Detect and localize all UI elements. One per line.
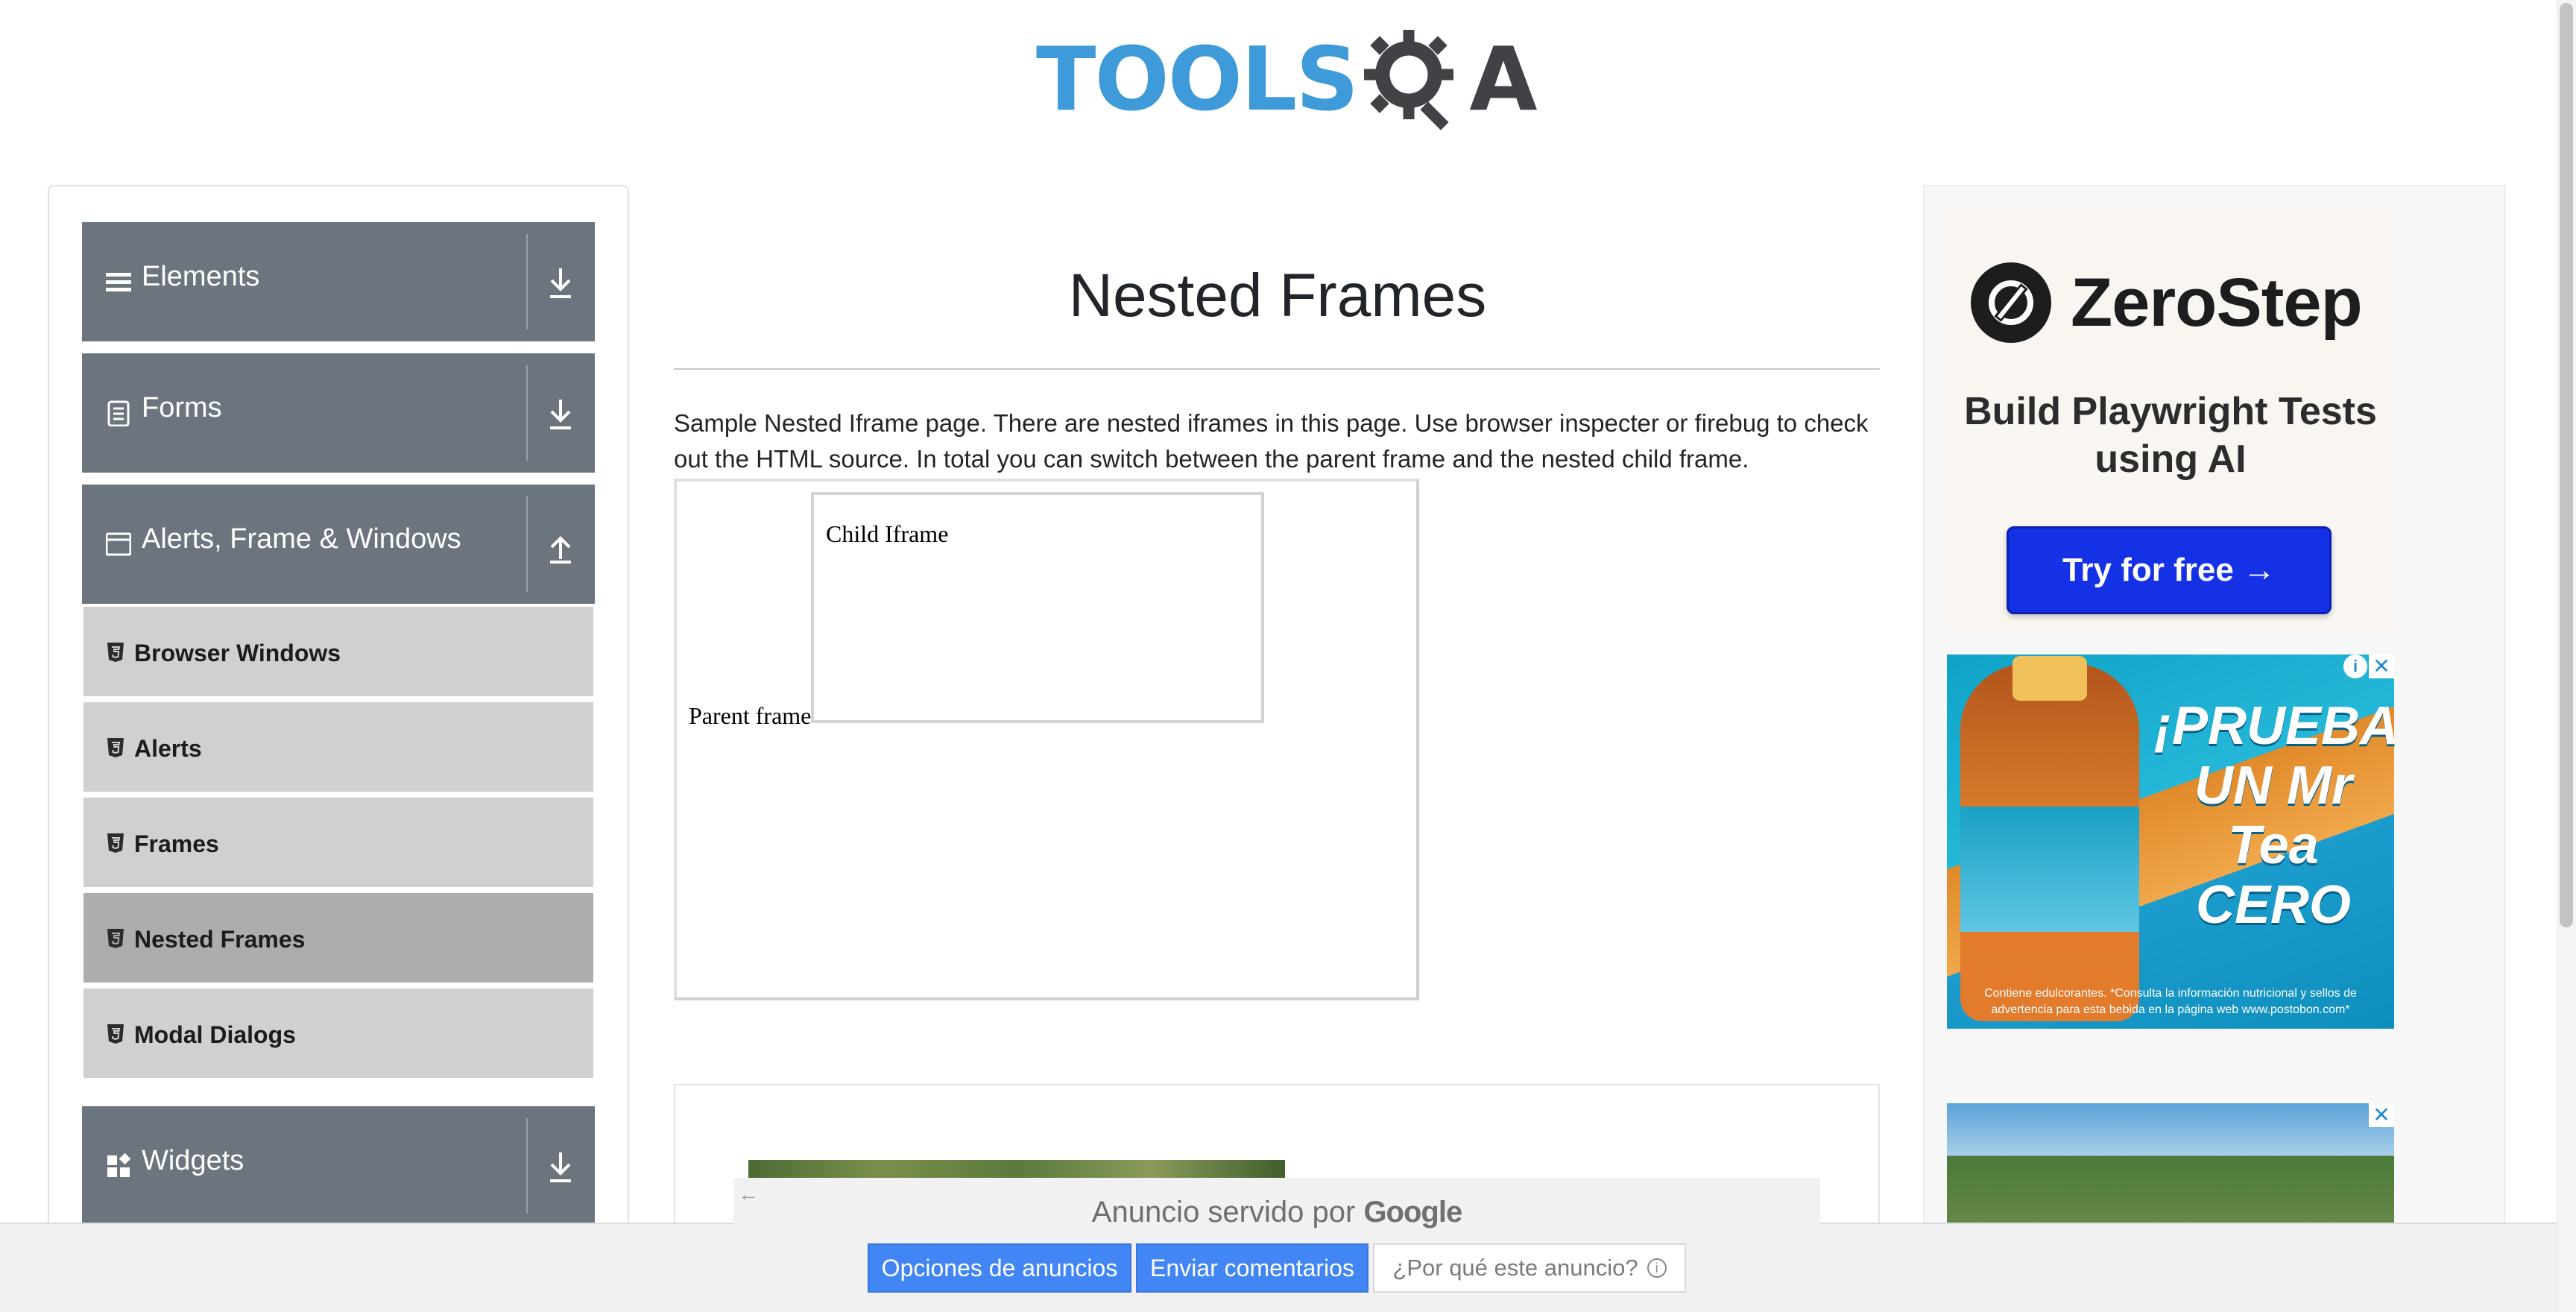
ad-info-icon[interactable]: i [2343,655,2367,678]
divider [674,368,1880,370]
sidebar-group-label: Alerts, Frame & Windows [142,523,461,555]
sidebar-item-label: Modal Dialogs [134,1021,296,1048]
child-iframe-text: Child Iframe [826,520,949,547]
tea-cap-image [2012,656,2087,701]
sidebar-item-label: Nested Frames [134,926,306,953]
why-this-ad-label: ¿Por qué este anuncio? [1392,1255,1638,1281]
ad-served-by: Anuncio servido por Google [733,1196,1820,1229]
info-icon: i [1647,1258,1667,1278]
sidebar-group-forms[interactable]: Forms [82,353,595,473]
tea-bottle-image [1960,663,2139,1021]
zerostep-logo-icon [1971,262,2051,343]
html5-icon [106,641,125,663]
zerostep-brand: ZeroStep [1971,262,2363,343]
parent-frame-text: Parent frame [689,702,812,729]
html5-icon [106,1023,125,1045]
tea-headline: ¡PRUEBA UN Mr Tea CERO [2154,696,2399,935]
divider [526,365,528,461]
widgets-icon [106,1152,131,1179]
ad-options-button[interactable]: Opciones de anuncios [868,1243,1131,1293]
sidebar-group-label: Widgets [142,1145,244,1176]
divider [526,496,528,592]
sidebar-item-modal-dialogs[interactable]: Modal Dialogs [82,987,595,1079]
html5-icon [106,927,125,950]
sidebar-item-label: Frames [134,830,219,857]
sidebar-item-alerts[interactable]: Alerts [82,701,595,793]
sidebar-item-nested-frames[interactable]: Nested Frames [82,892,595,984]
try-for-free-button[interactable]: Try for free → [2007,526,2332,614]
hamburger-icon [106,268,131,295]
sidebar-group-elements[interactable]: Elements [82,222,595,341]
html5-icon [106,737,125,759]
logo-letter-a: A [1469,28,1537,130]
expand-down-icon[interactable] [544,395,577,434]
ad-close-icon[interactable]: ✕ [2369,1103,2394,1127]
html5-icon [106,832,125,854]
sidebar-item-browser-windows[interactable]: Browser Windows [82,605,595,698]
sidebar-group-alerts-frame-windows[interactable]: Alerts, Frame & Windows [82,485,595,604]
sidebar: Elements Forms Alerts, Frame & Windows B… [48,185,629,1312]
sidebar-group-label: Forms [142,392,222,423]
google-brand-text: Google [1363,1196,1462,1229]
sidebar-item-frames[interactable]: Frames [82,796,595,889]
sidebar-group-label: Elements [142,261,260,292]
page-title: Nested Frames [1068,262,1487,329]
divider [526,1118,528,1214]
ad-close-icon[interactable]: ✕ [2369,655,2394,678]
sidebar-group-widgets[interactable]: Widgets [82,1106,595,1226]
scrollbar-thumb[interactable] [2560,3,2573,927]
document-icon [106,400,131,427]
sidebar-item-label: Alerts [134,735,202,762]
expand-down-icon[interactable] [544,264,577,303]
served-by-text: Anuncio servido por [1091,1196,1356,1229]
collapse-up-icon[interactable] [544,526,577,565]
sidebar-item-label: Browser Windows [134,640,341,666]
toolsqa-logo[interactable]: TOOLS A [1036,21,1538,137]
tea-disclaimer: Contiene edulcorantes. *Consulta la info… [1984,987,2357,1016]
zerostep-name: ZeroStep [2071,264,2363,341]
divider [526,234,528,329]
send-feedback-button[interactable]: Enviar comentarios [1136,1243,1368,1293]
page-description: Sample Nested Iframe page. There are nes… [674,409,1869,473]
logo-text-tools: TOOLS [1036,28,1359,130]
window-icon [105,531,132,558]
expand-down-icon[interactable] [544,1148,577,1187]
logo-text-qa: A [1357,23,1538,135]
why-this-ad-button[interactable]: ¿Por qué este anuncio? i [1373,1243,1686,1293]
gear-magnifier-icon [1364,30,1454,130]
zerostep-headline: Build Playwright Tests using AI [1964,390,2377,481]
